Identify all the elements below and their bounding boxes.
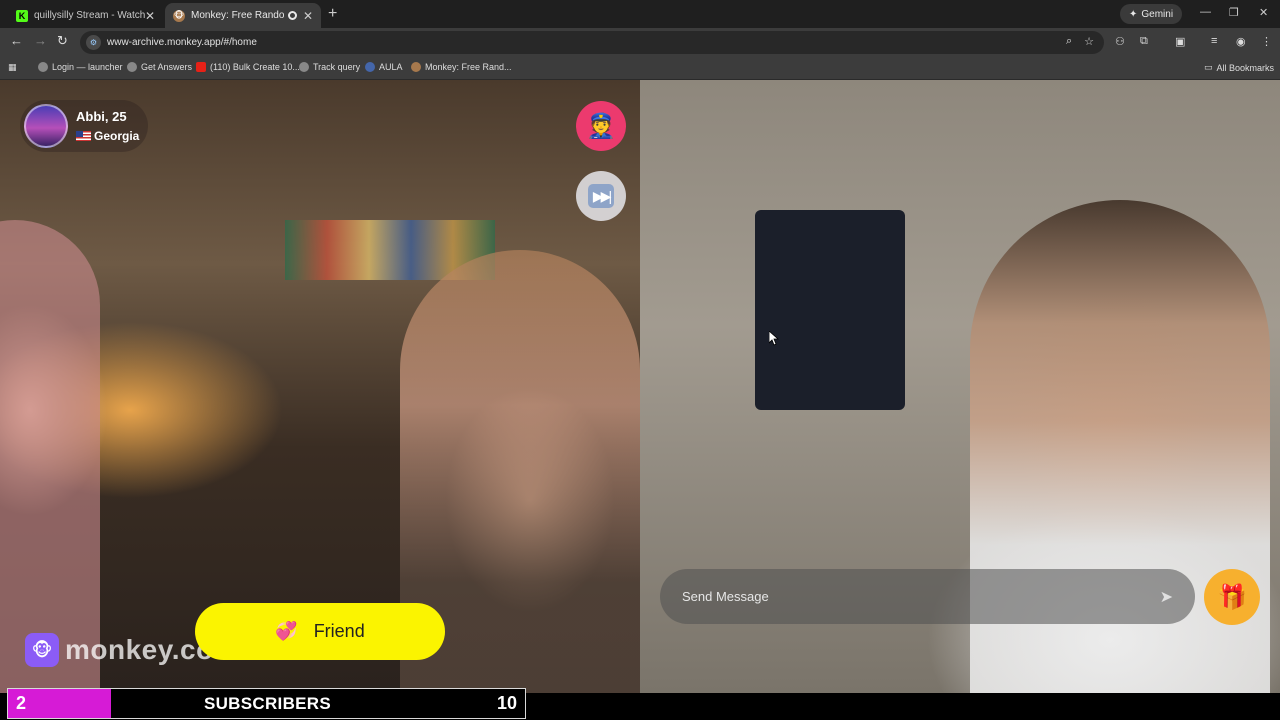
gemini-button[interactable]: ✦ Gemini bbox=[1120, 4, 1183, 24]
hearts-icon: 💞 bbox=[275, 621, 298, 641]
stranger-name-age: Abbi, 25 bbox=[76, 109, 127, 124]
bookmark-label: AULA bbox=[379, 62, 403, 72]
all-bookmarks-label: All Bookmarks bbox=[1216, 62, 1275, 73]
stranger-video: Abbi, 25 Georgia 👮 ▶▶| 🐵 monkey.co 💞 Fri… bbox=[0, 80, 640, 693]
gift-button[interactable]: 🎁 bbox=[1204, 569, 1260, 625]
message-bar: ➤ bbox=[660, 569, 1195, 624]
globe-icon bbox=[127, 62, 137, 72]
skip-button[interactable]: ▶▶| bbox=[576, 171, 626, 221]
url-text: www-archive.monkey.app/#/home bbox=[107, 37, 257, 48]
restore-button[interactable]: ❐ bbox=[1229, 6, 1239, 19]
video-background bbox=[755, 210, 905, 410]
tab-title: Monkey: Free Random Vide bbox=[191, 10, 285, 21]
stranger-location: Georgia bbox=[94, 129, 140, 143]
bookmark-label: Get Answers bbox=[141, 62, 193, 72]
monkey-logo-icon: 🐵 bbox=[25, 633, 59, 667]
tab-monkey[interactable]: 🐵 Monkey: Free Random Vide ✕ bbox=[165, 3, 321, 28]
bookmark-item[interactable]: Track query bbox=[299, 62, 360, 72]
bookmark-label: Monkey: Free Rand... bbox=[425, 62, 512, 72]
site-info-icon[interactable]: ⚙ bbox=[86, 35, 101, 50]
back-button[interactable]: ← bbox=[10, 33, 23, 48]
bookmark-label: (110) Bulk Create 10... bbox=[210, 62, 300, 72]
reload-button[interactable]: ↻ bbox=[57, 33, 68, 49]
close-tab-icon[interactable]: ✕ bbox=[303, 9, 313, 23]
self-video: ➤ 🎁 bbox=[640, 80, 1280, 693]
subscriber-goal: 10 bbox=[496, 693, 517, 713]
apps-icon[interactable]: ▦ bbox=[8, 62, 17, 73]
monkey-icon bbox=[411, 62, 421, 72]
youtube-icon bbox=[196, 62, 206, 72]
bookmark-item[interactable]: (110) Bulk Create 10... bbox=[196, 62, 300, 72]
close-window-button[interactable]: ✕ bbox=[1259, 6, 1268, 19]
browser-toolbar: ← → ↻ ⚙ www-archive.monkey.app/#/home ⌕ … bbox=[0, 28, 1280, 56]
kick-icon: K bbox=[16, 9, 28, 22]
tab-kick-stream[interactable]: K quillysilly Stream - Watch Live o ✕ bbox=[8, 3, 163, 28]
subscriber-goal-bar: 2 SUBSCRIBERS 10 bbox=[7, 688, 526, 719]
bookmark-item[interactable]: Get Answers bbox=[127, 62, 192, 72]
bookmark-label: Track query bbox=[313, 62, 361, 72]
menu-icon[interactable]: ⋮ bbox=[1261, 35, 1272, 48]
monkey-icon: 🐵 bbox=[173, 9, 185, 22]
sparkle-icon: ✦ bbox=[1129, 8, 1138, 20]
message-input[interactable] bbox=[682, 589, 1160, 604]
recording-icon bbox=[287, 11, 297, 20]
aula-icon bbox=[365, 62, 375, 72]
bookmark-item[interactable]: Monkey: Free Rand... bbox=[411, 62, 512, 72]
extension-icon[interactable]: ⚇ bbox=[1115, 35, 1125, 48]
bookmark-star-icon[interactable]: ☆ bbox=[1084, 35, 1094, 48]
address-bar[interactable]: ⚙ www-archive.monkey.app/#/home ⌕ ☆ bbox=[80, 31, 1104, 54]
video-person bbox=[0, 220, 100, 693]
all-bookmarks-button[interactable]: ▭ All Bookmarks bbox=[1204, 62, 1274, 73]
bookmark-label: Login — launcher bbox=[52, 62, 123, 72]
puzzle-icon[interactable]: ⧉ bbox=[1140, 35, 1148, 48]
gift-icon: 🎁 bbox=[1217, 583, 1247, 611]
bookmark-item[interactable]: AULA bbox=[365, 62, 403, 72]
friend-button[interactable]: 💞 Friend bbox=[195, 603, 445, 660]
folder-icon: ▭ bbox=[1204, 62, 1213, 72]
send-arrow-icon[interactable]: ➤ bbox=[1160, 587, 1173, 607]
close-tab-icon[interactable]: ✕ bbox=[145, 9, 155, 23]
watermark-text: monkey.co bbox=[65, 634, 214, 665]
bookmark-item[interactable]: Login — launcher bbox=[38, 62, 123, 72]
profile-icon[interactable]: ◉ bbox=[1236, 35, 1246, 48]
bookmarks-bar: ▦ Login — launcher Get Answers (110) Bul… bbox=[0, 56, 1280, 80]
new-tab-button[interactable]: + bbox=[328, 5, 337, 23]
globe-icon bbox=[299, 62, 309, 72]
police-officer-icon: 👮 bbox=[586, 112, 616, 140]
avatar[interactable] bbox=[24, 104, 68, 148]
zoom-icon[interactable]: ⌕ bbox=[1066, 35, 1072, 48]
minimize-button[interactable]: — bbox=[1200, 6, 1211, 18]
report-button[interactable]: 👮 bbox=[576, 101, 626, 151]
media-controls-icon[interactable]: ≡ bbox=[1211, 35, 1217, 47]
globe-icon bbox=[38, 62, 48, 72]
tab-strip: K quillysilly Stream - Watch Live o ✕ 🐵 … bbox=[0, 0, 1280, 28]
stranger-profile[interactable]: Abbi, 25 Georgia bbox=[20, 100, 148, 152]
monkey-watermark: 🐵 monkey.co bbox=[25, 633, 214, 667]
tab-title: quillysilly Stream - Watch Live o bbox=[34, 10, 145, 21]
fast-forward-icon: ▶▶| bbox=[588, 184, 614, 208]
forward-button[interactable]: → bbox=[34, 33, 47, 48]
side-panel-icon[interactable]: ▣ bbox=[1175, 35, 1185, 48]
us-flag-icon bbox=[76, 131, 91, 141]
gemini-label: Gemini bbox=[1141, 8, 1174, 20]
mouse-cursor-icon bbox=[769, 331, 779, 346]
friend-button-label: Friend bbox=[313, 621, 365, 641]
subscriber-label: SUBSCRIBERS bbox=[203, 694, 332, 713]
